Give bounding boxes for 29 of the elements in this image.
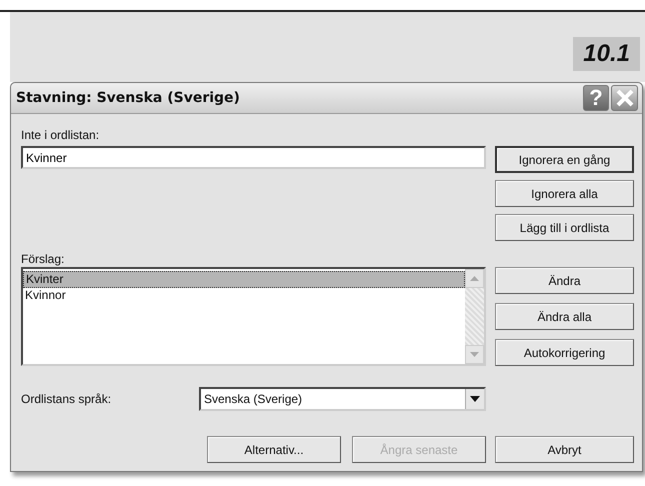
dialog-button[interactable]: Ignorera en gång xyxy=(495,146,634,173)
dialog-button[interactable]: Ändra alla xyxy=(495,303,634,330)
list-item[interactable]: Kvinnor xyxy=(23,288,465,303)
scroll-up-button[interactable] xyxy=(465,269,484,288)
scrollbar[interactable] xyxy=(465,269,484,364)
field-label: Förslag: xyxy=(21,252,64,266)
suggestion-list[interactable]: Kvinter Kvinnor xyxy=(21,267,486,366)
field-label: Inte i ordlistan: xyxy=(21,128,100,142)
close-button[interactable] xyxy=(611,85,638,111)
dropdown-value: Svenska (Sverige) xyxy=(203,391,304,408)
caret-icon xyxy=(470,396,480,402)
help-button[interactable]: ? xyxy=(583,85,609,111)
figure-number: 10.1 xyxy=(573,37,640,71)
dialog-button[interactable]: Alternativ... xyxy=(207,436,341,463)
dropdown-button[interactable] xyxy=(465,389,484,409)
window-title: Stavning: Svenska (Sverige) xyxy=(16,88,241,108)
dialog-button[interactable]: Avbryt xyxy=(495,436,634,463)
language-dropdown[interactable]: Svenska (Sverige) xyxy=(199,387,486,411)
word-field[interactable]: Kvinner xyxy=(21,146,486,169)
down-arrow-icon xyxy=(470,352,479,357)
close-icon xyxy=(614,88,634,108)
up-arrow-icon xyxy=(470,276,479,281)
list-item[interactable]: Kvinter xyxy=(23,271,465,288)
scroll-down-button[interactable] xyxy=(465,345,484,364)
dialog-button[interactable]: Lägg till i ordlista xyxy=(495,214,634,241)
field-label: Ordlistans språk: xyxy=(21,392,112,406)
dialog-button[interactable]: Ändra xyxy=(495,267,634,294)
dialog-button[interactable]: Ignorera alla xyxy=(495,180,634,207)
dialog-button[interactable]: Autokorrigering xyxy=(495,339,634,366)
